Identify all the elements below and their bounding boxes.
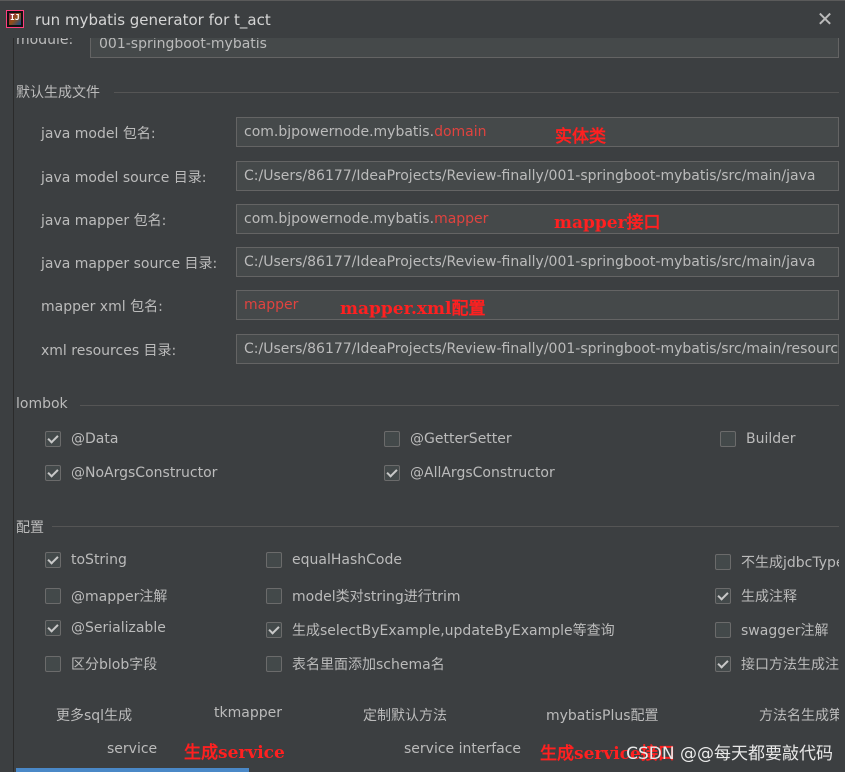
window-title: run mybatis generator for t_act bbox=[35, 11, 271, 29]
config-equalhashcode-checkbox[interactable]: equalHashCode bbox=[266, 552, 402, 568]
section-default-files-title: 默认生成文件 bbox=[16, 85, 100, 101]
config-model-trim-checkbox[interactable]: model类对string进行trim bbox=[266, 586, 461, 606]
module-field[interactable]: 001-springboot-mybatis bbox=[90, 38, 839, 58]
mapper-xml-package-field[interactable]: mapper bbox=[236, 290, 839, 320]
lombok-allargs-checkbox[interactable]: @AllArgsConstructor bbox=[384, 465, 555, 481]
csdn-watermark: CSDN @@每天都要敲代码 bbox=[626, 744, 833, 764]
annotation-mapper-xml: mapper.xml配置 bbox=[340, 299, 486, 319]
config-tostring-checkbox[interactable]: toString bbox=[45, 552, 127, 568]
checkbox-box bbox=[45, 588, 61, 604]
tab-service-interface[interactable]: service interface bbox=[404, 741, 521, 757]
tab-more-sql[interactable]: 更多sql生成 bbox=[56, 705, 132, 725]
checkbox-box bbox=[266, 588, 282, 604]
checkbox-box bbox=[45, 656, 61, 672]
tab-method-name-strategy[interactable]: 方法名生成策略 bbox=[759, 705, 839, 725]
checkbox-box bbox=[266, 622, 282, 638]
config-no-jdbctype-checkbox[interactable]: 不生成jdbcType bbox=[715, 552, 839, 572]
java-mapper-source-label: java mapper source 目录: bbox=[41, 256, 218, 272]
config-mapper-annotation-checkbox[interactable]: @mapper注解 bbox=[45, 586, 167, 606]
config-generate-comments-checkbox[interactable]: 生成注释 bbox=[715, 586, 797, 606]
tab-tkmapper[interactable]: tkmapper bbox=[214, 705, 282, 721]
section-divider bbox=[80, 405, 839, 406]
config-swagger-checkbox[interactable]: swagger注解 bbox=[715, 620, 828, 640]
checkbox-box bbox=[715, 622, 731, 638]
tab-service[interactable]: service bbox=[107, 741, 157, 757]
section-divider bbox=[114, 92, 839, 93]
java-mapper-package-field[interactable]: com.bjpowernode.mybatis.mapper bbox=[236, 204, 839, 234]
checkbox-box bbox=[715, 656, 731, 672]
lombok-gettersetter-checkbox[interactable]: @GetterSetter bbox=[384, 431, 512, 447]
mapper-xml-package-label: mapper xml 包名: bbox=[41, 299, 163, 315]
section-config-title: 配置 bbox=[16, 520, 44, 536]
annotation-service: 生成service bbox=[184, 743, 285, 763]
java-model-source-label: java model source 目录: bbox=[41, 170, 207, 186]
config-schema-checkbox[interactable]: 表名里面添加schema名 bbox=[266, 654, 445, 674]
dialog-content: module: 001-springboot-mybatis 默认生成文件 ja… bbox=[13, 38, 839, 772]
checkbox-box bbox=[266, 656, 282, 672]
java-mapper-source-field[interactable]: C:/Users/86177/IdeaProjects/Review-final… bbox=[236, 247, 839, 277]
module-label: module: bbox=[16, 38, 74, 48]
annotation-mapper-interface: mapper接口 bbox=[554, 213, 661, 233]
section-lombok-title: lombok bbox=[16, 396, 68, 412]
module-row: module: 001-springboot-mybatis bbox=[14, 38, 839, 60]
checkbox-box bbox=[384, 431, 400, 447]
lombok-data-checkbox[interactable]: @Data bbox=[45, 431, 118, 447]
java-model-package-label: java model 包名: bbox=[41, 126, 156, 142]
checkbox-box bbox=[45, 620, 61, 636]
java-mapper-package-label: java mapper 包名: bbox=[41, 213, 167, 229]
tab-custom-default-methods[interactable]: 定制默认方法 bbox=[363, 705, 447, 725]
config-selectbyexample-checkbox[interactable]: 生成selectByExample,updateByExample等查询 bbox=[266, 620, 615, 640]
checkbox-box bbox=[715, 588, 731, 604]
xml-resources-field[interactable]: C:/Users/86177/IdeaProjects/Review-final… bbox=[236, 334, 839, 364]
checkbox-box bbox=[384, 465, 400, 481]
lombok-builder-checkbox[interactable]: Builder bbox=[720, 431, 796, 447]
intellij-app-icon: IJ bbox=[6, 10, 24, 28]
close-icon[interactable]: ✕ bbox=[813, 7, 837, 31]
title-bar: IJ run mybatis generator for t_act ✕ bbox=[0, 0, 845, 39]
checkbox-box bbox=[45, 431, 61, 447]
checkbox-box bbox=[45, 552, 61, 568]
xml-resources-label: xml resources 目录: bbox=[41, 343, 177, 359]
checkbox-box bbox=[266, 552, 282, 568]
annotation-entity: 实体类 bbox=[555, 127, 606, 147]
checkbox-box bbox=[45, 465, 61, 481]
java-model-package-field[interactable]: com.bjpowernode.mybatis.domain bbox=[236, 117, 839, 147]
tab-mybatisplus-config[interactable]: mybatisPlus配置 bbox=[546, 705, 659, 725]
config-blob-checkbox[interactable]: 区分blob字段 bbox=[45, 654, 157, 674]
lombok-noargs-checkbox[interactable]: @NoArgsConstructor bbox=[45, 465, 217, 481]
config-serializable-checkbox[interactable]: @Serializable bbox=[45, 620, 166, 636]
config-interface-comments-checkbox[interactable]: 接口方法生成注释 bbox=[715, 654, 839, 674]
section-divider bbox=[52, 526, 839, 527]
selected-tab-indicator bbox=[16, 768, 249, 772]
checkbox-box bbox=[715, 554, 731, 570]
checkbox-box bbox=[720, 431, 736, 447]
java-model-source-field[interactable]: C:/Users/86177/IdeaProjects/Review-final… bbox=[236, 161, 839, 191]
